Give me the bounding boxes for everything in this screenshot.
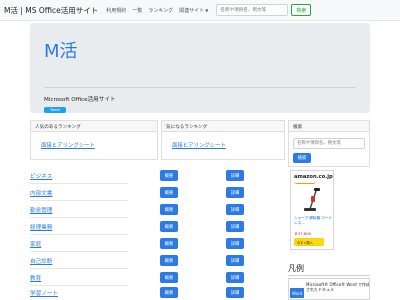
sidebar-search-card: 検索 検索 [288,120,370,167]
list-item: 学習ノート 概要 詳細 [30,287,280,300]
amazon-smile-icon [294,181,316,184]
page-title: M活 [44,41,78,62]
list-item-link[interactable]: 内部文書 [30,189,52,197]
nav-link-list[interactable]: 一覧 [132,7,142,14]
tweet-button[interactable]: Tweet [44,107,66,113]
overview-button[interactable]: 概要 [160,238,178,249]
detail-button[interactable]: 詳細 [226,255,244,266]
overview-button[interactable]: 概要 [160,204,178,215]
row-divider [30,285,128,286]
popular-ranking-header: 人気のあるランキング [31,121,157,132]
list-item-link[interactable]: 勤怠管理 [30,206,52,214]
jumbotron-divider [44,87,356,88]
row-divider [30,234,128,235]
overview-button[interactable]: 概要 [160,187,178,198]
nav-search-input[interactable] [216,4,289,16]
nav-link-terms[interactable]: 利用規約 [106,7,126,14]
watched-ranking-header: 気になるランキング [162,121,284,132]
popular-ranking-card: 人気のあるランキング 面接ヒアリングシート [30,120,158,160]
sidebar-search-header: 検索 [289,121,369,132]
legend-box: Word Microsoft® Office® Word で作成されたドキュメ [288,278,370,300]
row-divider [30,183,128,184]
nav-search-button[interactable]: 検索 [291,4,312,16]
row-divider [30,251,128,252]
overview-button[interactable]: 概要 [160,255,178,266]
jumbotron: M活 Microsoft Office活用サイト Tweet [30,23,370,113]
list-item-link[interactable]: 学習ノート [30,289,58,297]
nav-link-ranking[interactable]: ランキング [148,7,173,14]
list-item-link[interactable]: 家庭 [30,240,41,248]
list-item: 家庭 概要 詳細 [30,238,280,252]
amazon-ad[interactable]: amazon.co.jp シャープ 掃除機 コードレス... ￥37,800 今… [290,170,334,250]
legend-divider [288,275,370,276]
tweet-label: Tweet [49,108,61,112]
navbar: M活 | MS Office活用サイト 利用規約 一覧 ランキング 関連サイト▼… [0,0,400,21]
ad-product-title: シャープ 掃除機 コードレス... [294,216,333,225]
nav-dropdown-related-sites[interactable]: 関連サイト▼ [179,7,208,14]
amazon-logo: amazon.co.jp [294,174,333,180]
sidebar-search-button[interactable]: 検索 [293,153,311,163]
row-divider [30,217,128,218]
list-item: 内部文書 概要 詳細 [30,187,280,201]
ad-buy-button[interactable]: 今すぐ購入 [294,238,324,246]
list-item-link[interactable]: ビジネス [30,172,52,180]
overview-button[interactable]: 概要 [160,170,178,181]
detail-button[interactable]: 詳細 [226,272,244,283]
vacuum-cleaner-image [304,187,320,211]
list-item-link[interactable]: 教育 [30,274,41,282]
popular-ranking-link[interactable]: 面接ヒアリングシート [41,141,95,149]
detail-button[interactable]: 詳細 [226,204,244,215]
ad-price: ￥37,800 [294,231,312,236]
watched-ranking-link[interactable]: 面接ヒアリングシート [172,141,226,149]
detail-button[interactable]: 詳細 [226,170,244,181]
overview-button[interactable]: 概要 [160,287,178,298]
legend-title: 凡例 [288,264,304,273]
word-badge: Word [290,288,304,298]
detail-button[interactable]: 詳細 [226,221,244,232]
detail-button[interactable]: 詳細 [226,238,244,249]
list-item: 勤怠管理 概要 詳細 [30,204,280,218]
list-item-link[interactable]: 経理業務 [30,223,52,231]
list-item: 自己診断 概要 詳細 [30,255,280,269]
detail-button[interactable]: 詳細 [226,287,244,298]
overview-button[interactable]: 概要 [160,272,178,283]
row-divider [30,200,128,201]
detail-button[interactable]: 詳細 [226,187,244,198]
legend-description: Microsoft® Office® Word で作成されたドキュメ [306,282,370,293]
list-item: 経理業務 概要 詳細 [30,221,280,235]
list-item-link[interactable]: 自己診断 [30,257,52,265]
nav-dropdown-label: 関連サイト [179,7,205,14]
caret-down-icon: ▼ [205,7,209,13]
site-brand[interactable]: M活 | MS Office活用サイト [4,5,98,16]
overview-button[interactable]: 概要 [160,221,178,232]
page-subtitle: Microsoft Office活用サイト [44,97,116,103]
watched-ranking-card: 気になるランキング 面接ヒアリングシート [161,120,285,160]
list-item: ビジネス 概要 詳細 [30,170,280,184]
row-divider [30,268,128,269]
sidebar-search-input[interactable] [293,138,365,149]
list-item: 教育 概要 詳細 [30,272,280,286]
